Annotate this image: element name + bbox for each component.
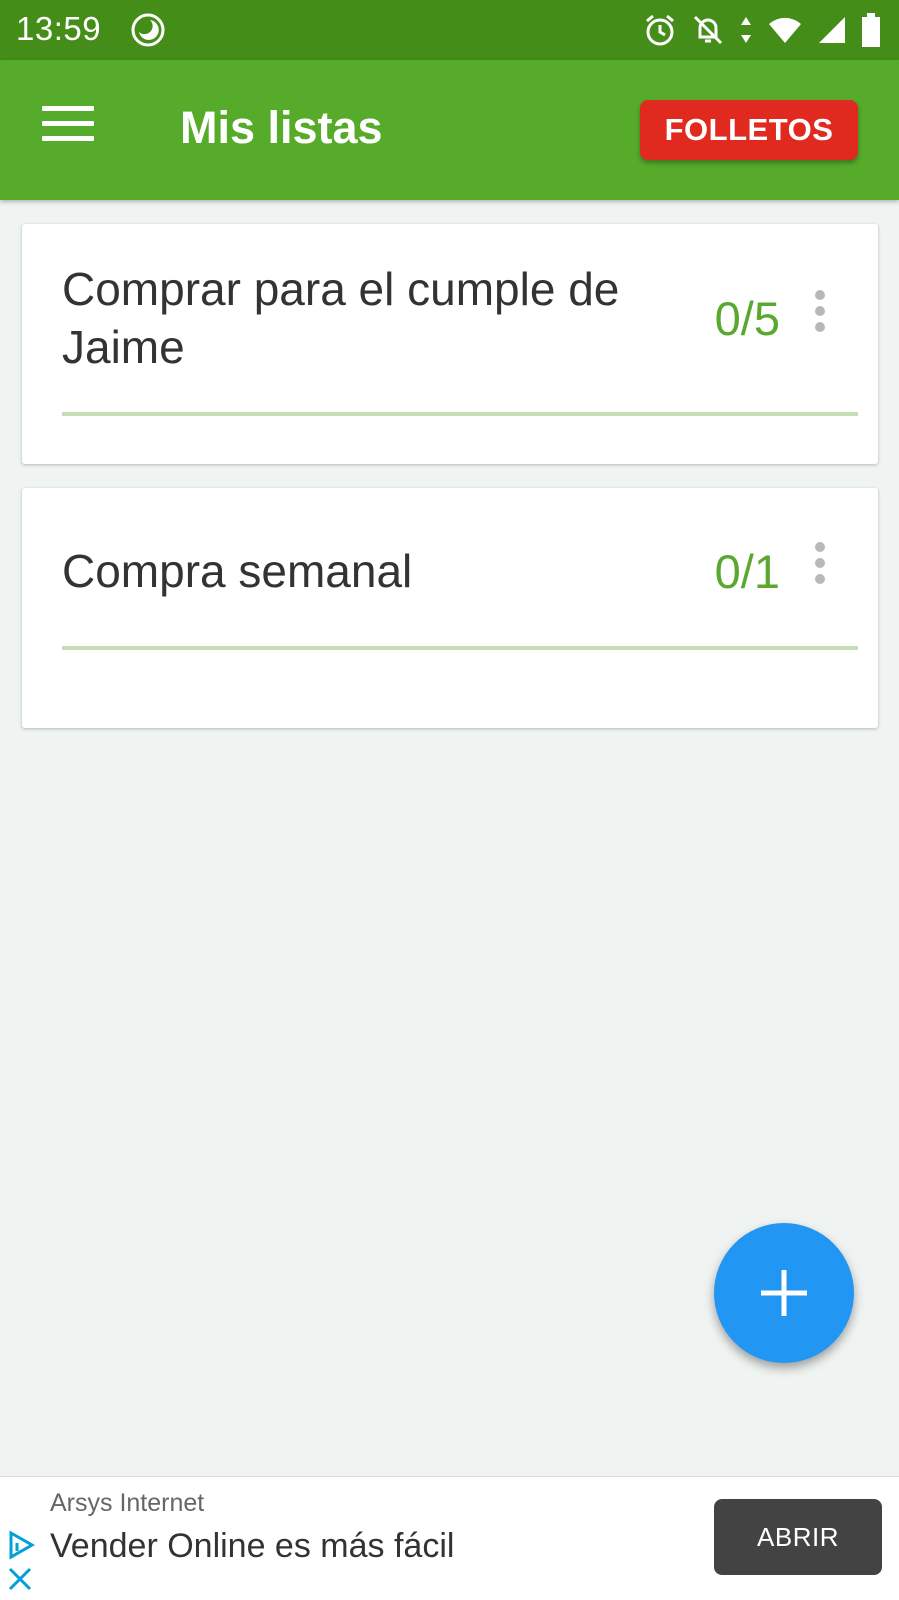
add-list-button[interactable]: [714, 1223, 854, 1363]
ad-banner[interactable]: Arsys Internet Vender Online es más fáci…: [0, 1476, 899, 1600]
data-arrows-icon: [739, 15, 753, 45]
app-bar: Mis listas FOLLETOS: [0, 60, 899, 200]
ad-headline: Vender Online es más fácil: [50, 1527, 455, 1565]
battery-icon: [861, 13, 881, 47]
status-bar: 13:59: [0, 0, 899, 60]
folletos-button[interactable]: FOLLETOS: [640, 100, 858, 160]
plus-icon: [761, 1270, 807, 1316]
ad-open-button[interactable]: ABRIR: [714, 1499, 882, 1575]
signal-icon: [817, 15, 847, 45]
list-progress-bar: [62, 412, 858, 416]
alarm-icon: [643, 13, 677, 47]
ad-choices-icon[interactable]: [6, 1529, 36, 1595]
more-options-icon[interactable]: [814, 290, 826, 334]
wifi-icon: [767, 15, 803, 45]
status-time: 13:59: [16, 10, 102, 47]
moon-icon: [130, 12, 166, 48]
notifications-off-icon: [691, 13, 725, 47]
more-options-icon[interactable]: [814, 542, 826, 586]
list-item-count: 0/1: [714, 545, 780, 598]
page-title: Mis listas: [180, 102, 383, 153]
list-progress-bar: [62, 646, 858, 650]
menu-icon[interactable]: [42, 106, 94, 150]
list-title: Compra semanal: [62, 545, 413, 597]
ad-advertiser: Arsys Internet: [50, 1489, 205, 1517]
status-icons: [643, 12, 881, 48]
list-card[interactable]: Comprar para el cumple de Jaime 0/5: [22, 224, 878, 464]
list-title: Comprar para el cumple de Jaime: [62, 263, 620, 373]
list-item-count: 0/5: [714, 292, 780, 345]
list-card[interactable]: Compra semanal 0/1: [22, 488, 878, 728]
